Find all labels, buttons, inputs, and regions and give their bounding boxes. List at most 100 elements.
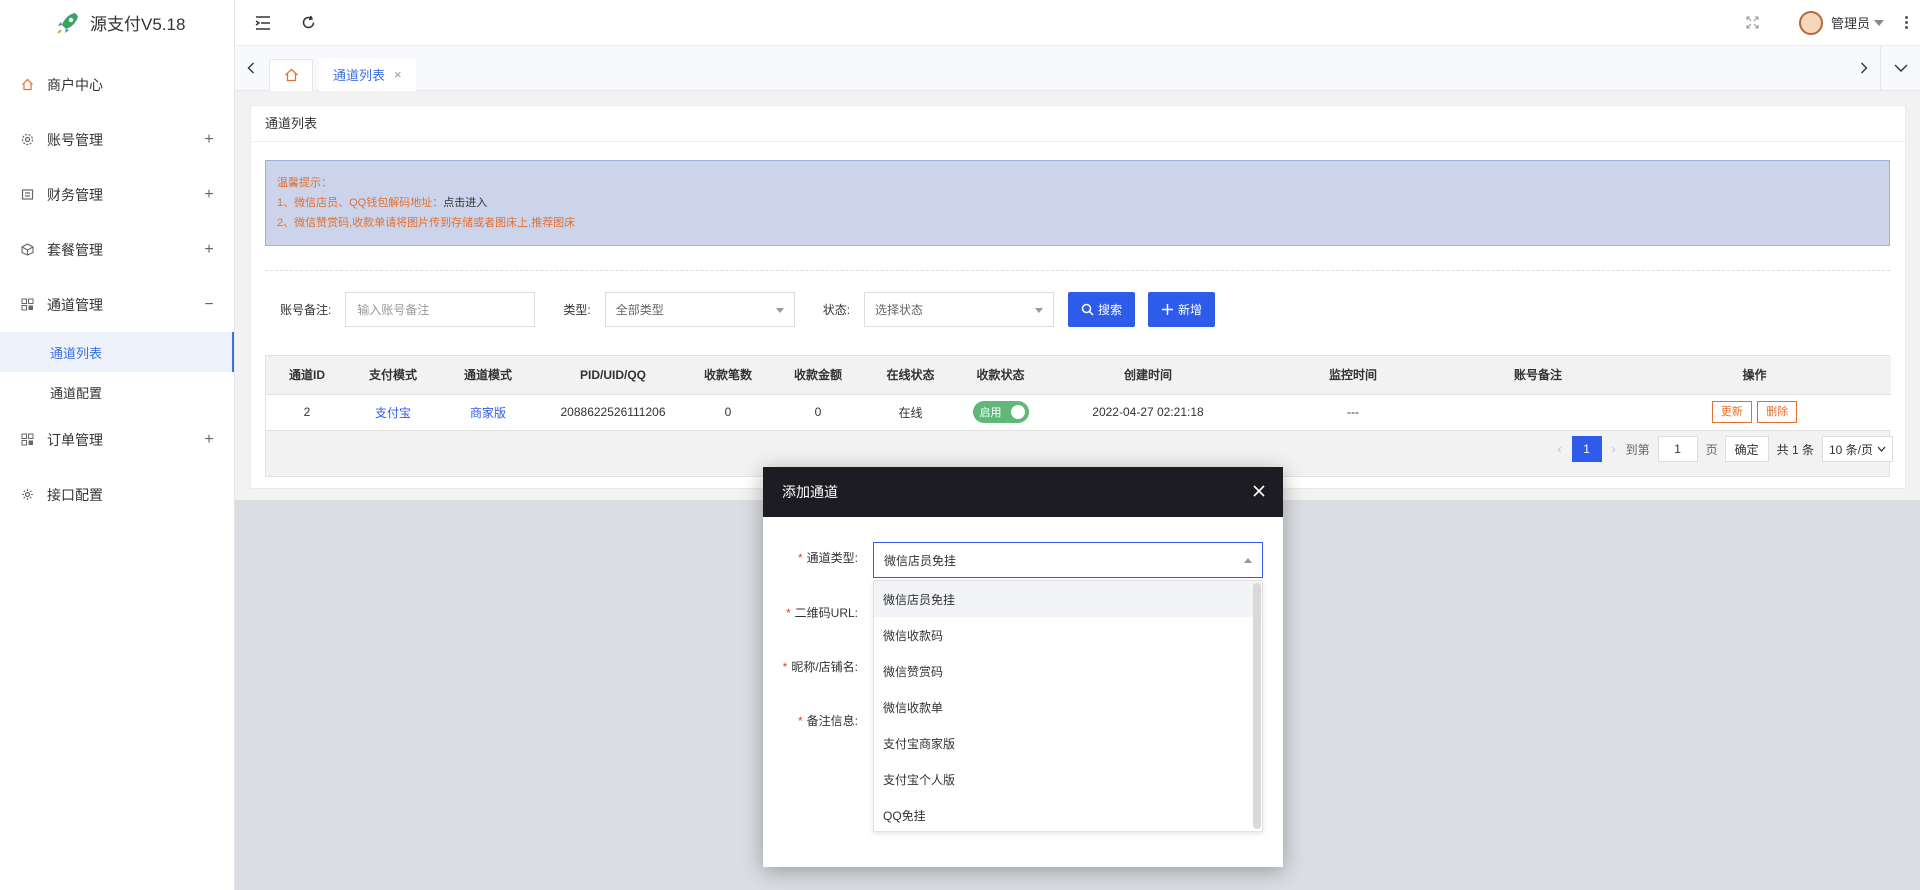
chevron-down-icon[interactable] xyxy=(1874,19,1884,26)
dropdown-option[interactable]: 微信收款码 xyxy=(874,617,1262,653)
dropdown-option[interactable]: 微信店员免挂 xyxy=(874,581,1262,617)
expand-icon[interactable]: + xyxy=(202,241,216,259)
dropdown-scrollbar[interactable] xyxy=(1253,583,1261,829)
finance-icon xyxy=(20,188,34,202)
dropdown-option[interactable]: 微信收款单 xyxy=(874,689,1262,725)
page-unit-label: 页 xyxy=(1705,442,1718,457)
dropdown-option[interactable]: QQ免挂 xyxy=(874,797,1262,833)
tab-label: 通道列表 xyxy=(333,68,386,83)
pagination: ‹ 1 › 到第 1 页 确定 共 1 条 10 条/页 xyxy=(1548,436,1893,462)
cell-channel-mode[interactable]: 商家版 xyxy=(438,394,538,431)
more-options-icon[interactable] xyxy=(1902,16,1910,29)
filter-bar: 账号备注: 输入账号备注 类型: 全部类型 状态: 选择状态 搜索 新增 xyxy=(265,292,1216,327)
remark-field-label: * 备注信息: xyxy=(797,714,858,728)
sidebar-subitem-channel-list[interactable]: 通道列表 xyxy=(0,332,234,372)
close-icon[interactable]: × xyxy=(394,67,402,82)
channel-type-dropdown: 微信店员免挂 微信收款码 微信赞赏码 微信收款单 支付宝商家版 支付宝个人版 Q… xyxy=(873,580,1263,832)
column-header: 收款状态 xyxy=(953,356,1048,395)
collect-status-toggle[interactable]: 启用 xyxy=(972,401,1029,423)
sidebar-item-account[interactable]: 账号管理 + xyxy=(0,112,234,167)
dropdown-option[interactable]: 支付宝个人版 xyxy=(874,761,1262,797)
goto-page-input[interactable]: 1 xyxy=(1657,436,1698,462)
expand-icon[interactable]: + xyxy=(202,186,216,204)
tabs-scroll-right-icon[interactable] xyxy=(1848,46,1880,91)
avatar[interactable] xyxy=(1798,10,1823,35)
cell-channel-id: 2 xyxy=(266,394,348,431)
close-icon[interactable] xyxy=(1251,483,1267,499)
column-header: 通道ID xyxy=(266,356,348,395)
sidebar-item-orders[interactable]: 订单管理 + xyxy=(0,412,234,467)
sidebar-item-api-config[interactable]: 接口配置 xyxy=(0,467,234,522)
home-icon xyxy=(20,78,34,92)
user-name[interactable]: 管理员 xyxy=(1831,13,1870,32)
tabs-controls xyxy=(1848,45,1920,91)
type-filter-select[interactable]: 全部类型 xyxy=(604,292,795,327)
grid-icon xyxy=(20,298,34,312)
sidebar-item-label: 商户中心 xyxy=(47,76,103,93)
status-filter-select[interactable]: 选择状态 xyxy=(864,292,1055,327)
cell-amount: 0 xyxy=(768,394,868,431)
sidebar-item-package[interactable]: 套餐管理 + xyxy=(0,222,234,277)
qr-label-text: 二维码URL: xyxy=(794,606,858,620)
sidebar-item-label: 订单管理 xyxy=(47,431,103,448)
search-button[interactable]: 搜索 xyxy=(1068,292,1136,327)
total-count: 共 1 条 xyxy=(1776,442,1814,457)
expand-icon[interactable]: + xyxy=(202,131,216,149)
tab-home[interactable] xyxy=(269,58,313,91)
sidebar-subitem-channel-config[interactable]: 通道配置 xyxy=(0,372,234,412)
cell-count: 0 xyxy=(688,394,768,431)
notice-line-1-text: 1、微信店员、QQ钱包解码地址： xyxy=(277,197,444,209)
toggle-label: 启用 xyxy=(979,407,1002,419)
next-page-icon[interactable]: › xyxy=(1612,442,1616,456)
column-header: 账号备注 xyxy=(1458,356,1618,395)
cell-online-status: 在线 xyxy=(868,394,953,431)
dropdown-option[interactable]: 微信赞赏码 xyxy=(874,653,1262,689)
column-header: PID/UID/QQ xyxy=(538,356,688,395)
add-button[interactable]: 新增 xyxy=(1148,292,1216,327)
form-row-qr: * 二维码URL: xyxy=(763,604,868,621)
sidebar-item-finance[interactable]: 财务管理 + xyxy=(0,167,234,222)
channel-type-select[interactable]: 微信店员免挂 xyxy=(873,542,1263,578)
column-header: 通道模式 xyxy=(438,356,538,395)
delete-button[interactable]: 删除 xyxy=(1757,401,1798,423)
edit-button[interactable]: 更新 xyxy=(1711,401,1752,423)
sidebar-item-label: 财务管理 xyxy=(47,186,103,203)
remark-filter-input[interactable]: 输入账号备注 xyxy=(345,292,536,327)
cell-pay-mode[interactable]: 支付宝 xyxy=(348,394,438,431)
fullscreen-icon[interactable] xyxy=(1743,13,1763,33)
notice-line-1: 1、微信店员、QQ钱包解码地址：点击进入 xyxy=(277,193,1878,213)
sidebar-menu: 商户中心 账号管理 + 财务管理 + 套餐管理 + 通道管理 − 通道列表 通道… xyxy=(0,57,234,522)
app-logo[interactable]: 源支付V5.18 xyxy=(0,0,234,45)
modal-header: 添加通道 xyxy=(763,467,1283,517)
status-filter-label: 状态: xyxy=(822,303,851,317)
notice-box: 温馨提示： 1、微信店员、QQ钱包解码地址：点击进入 2、微信赞赏码,收款单请将… xyxy=(265,160,1890,246)
notice-link[interactable]: 点击进入 xyxy=(443,197,487,209)
refresh-icon[interactable] xyxy=(298,13,318,33)
page-size-select[interactable]: 10 条/页 xyxy=(1821,436,1893,462)
top-header: 管理员 xyxy=(235,0,1920,46)
page-number-current[interactable]: 1 xyxy=(1571,436,1602,462)
tab-channel-list[interactable]: 通道列表 × xyxy=(319,58,416,91)
chevron-down-icon xyxy=(1035,308,1044,313)
sidebar-item-merchant-center[interactable]: 商户中心 xyxy=(0,57,234,112)
cell-collect-status: 启用 xyxy=(953,394,1048,431)
package-icon xyxy=(20,243,34,257)
card-title: 通道列表 xyxy=(251,106,1905,142)
chevron-down-icon xyxy=(775,308,784,313)
grid-icon xyxy=(20,433,34,447)
expand-icon[interactable]: + xyxy=(202,431,216,449)
prev-page-icon[interactable]: ‹ xyxy=(1558,442,1562,456)
toggle-knob xyxy=(1010,405,1025,419)
goto-confirm-button[interactable]: 确定 xyxy=(1724,436,1769,462)
chevron-down-icon xyxy=(1877,446,1886,452)
channel-type-value: 微信店员免挂 xyxy=(884,553,957,568)
form-row-type: * 通道类型: xyxy=(763,549,868,566)
dropdown-option[interactable]: 支付宝商家版 xyxy=(874,725,1262,761)
collapse-icon[interactable]: − xyxy=(202,296,216,314)
menu-collapse-icon[interactable] xyxy=(253,13,273,33)
sidebar-item-channel[interactable]: 通道管理 − xyxy=(0,277,234,332)
tabs-scroll-left-icon[interactable] xyxy=(235,46,267,91)
tabs-dropdown-icon[interactable] xyxy=(1880,45,1920,91)
column-header: 收款金额 xyxy=(768,356,868,395)
column-header: 收款笔数 xyxy=(688,356,768,395)
